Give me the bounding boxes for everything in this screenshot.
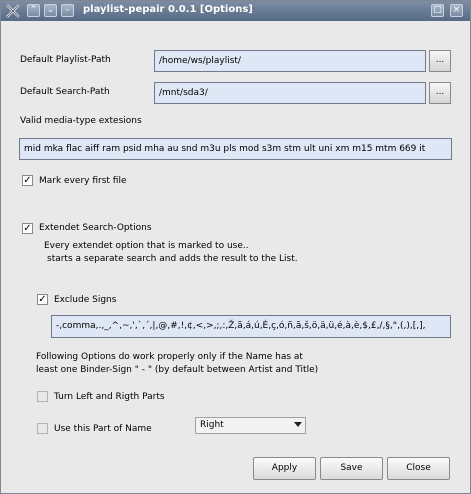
title-bar[interactable]: ⌃ ⌄ – playlist-pepair 0.0.1 [Options] □ …: [1, 1, 470, 21]
save-button[interactable]: Save: [320, 457, 383, 480]
x-logo-icon[interactable]: [5, 3, 21, 19]
extended-search-checkbox[interactable]: ✓: [22, 223, 33, 234]
mark-first-checkbox[interactable]: ✓: [22, 175, 33, 186]
search-browse-button[interactable]: ...: [429, 82, 451, 104]
maximize-icon[interactable]: □: [431, 4, 444, 17]
search-path-label: Default Search-Path: [20, 87, 110, 97]
shade-down-icon[interactable]: ⌄: [44, 4, 57, 17]
name-part-select[interactable]: Right: [195, 417, 306, 434]
minimize-icon[interactable]: –: [61, 4, 74, 17]
close-icon[interactable]: ×: [450, 4, 463, 17]
turn-parts-label: Turn Left and Rigth Parts: [54, 392, 165, 402]
exclude-signs-checkbox[interactable]: ✓: [37, 294, 48, 305]
search-path-input[interactable]: /mnt/sda3/: [154, 82, 426, 104]
playlist-browse-button[interactable]: ...: [429, 50, 451, 72]
mark-first-label: Mark every first file: [39, 176, 127, 186]
extended-desc-line2: starts a separate search and adds the re…: [47, 254, 298, 264]
shade-up-icon[interactable]: ⌃: [27, 4, 40, 17]
turn-parts-checkbox[interactable]: [37, 391, 48, 402]
binder-note-line2: least one Binder-Sign " - " (by default …: [36, 365, 319, 375]
playlist-path-input[interactable]: /home/ws/playlist/: [154, 50, 426, 72]
extended-desc-line1: Every extendet option that is marked to …: [44, 241, 249, 251]
media-types-input[interactable]: mid mka flac aiff ram psid mha au snd m3…: [19, 138, 452, 160]
exclude-signs-input[interactable]: -,comma,.,_,^,~,',`,´,|,@,#,!,¢,<,>,;,:,…: [51, 315, 451, 338]
use-part-label: Use this Part of Name: [54, 424, 152, 434]
window-title: playlist-pepair 0.0.1 [Options]: [83, 4, 253, 15]
chevron-down-icon: [294, 422, 302, 427]
playlist-path-label: Default Playlist-Path: [20, 55, 111, 65]
options-window: ⌃ ⌄ – playlist-pepair 0.0.1 [Options] □ …: [0, 0, 471, 494]
exclude-signs-label: Exclude Signs: [54, 295, 117, 305]
extended-search-label: Extendet Search-Options: [39, 223, 152, 233]
binder-note-line1: Following Options do work properly only …: [36, 352, 303, 362]
use-part-checkbox[interactable]: [37, 423, 48, 434]
media-types-label: Valid media-type extesions: [20, 116, 142, 126]
apply-button[interactable]: Apply: [253, 457, 316, 480]
name-part-selected: Right: [200, 420, 224, 430]
close-button[interactable]: Close: [387, 457, 450, 480]
